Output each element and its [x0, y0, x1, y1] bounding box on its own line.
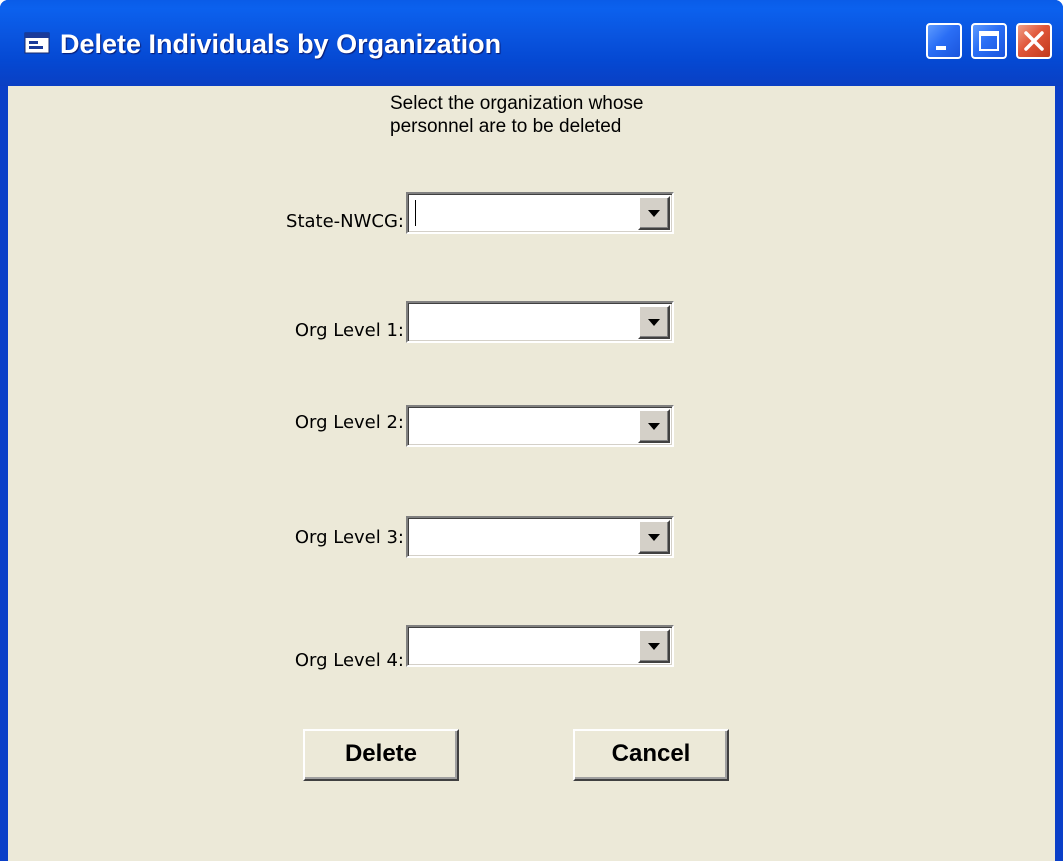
org-level-3-combobox[interactable] [406, 516, 674, 558]
chevron-down-icon [648, 643, 660, 650]
cancel-button[interactable]: Cancel [573, 729, 729, 781]
window-title: Delete Individuals by Organization [60, 29, 502, 59]
minimize-icon [936, 46, 946, 50]
form-icon [24, 32, 50, 54]
org-level-2-dropdown-button[interactable] [638, 409, 670, 443]
org-level-3-label: Org Level 3: [294, 527, 404, 548]
org-level-1-label: Org Level 1: [294, 320, 404, 341]
delete-button[interactable]: Delete [303, 729, 459, 781]
dialog-body: Select the organization whose personnel … [8, 86, 1055, 861]
chevron-down-icon [648, 210, 660, 217]
minimize-button[interactable] [926, 23, 962, 59]
maximize-icon [979, 31, 999, 51]
org-level-1-dropdown-button[interactable] [638, 305, 670, 339]
dialog-window: Delete Individuals by Organization Selec… [0, 0, 1063, 861]
close-icon [1024, 31, 1044, 51]
state-nwcg-combobox[interactable] [406, 192, 674, 234]
org-level-2-combobox[interactable] [406, 405, 674, 447]
close-button[interactable] [1016, 23, 1052, 59]
instruction-text: Select the organization whose personnel … [390, 93, 644, 137]
chevron-down-icon [648, 423, 660, 430]
org-level-4-dropdown-button[interactable] [638, 629, 670, 663]
chevron-down-icon [648, 319, 660, 326]
title-bar[interactable]: Delete Individuals by Organization [0, 0, 1063, 86]
chevron-down-icon [648, 534, 660, 541]
state-nwcg-label: State-NWCG: [286, 211, 404, 232]
org-level-4-combobox[interactable] [406, 625, 674, 667]
state-nwcg-dropdown-button[interactable] [638, 196, 670, 230]
org-level-1-combobox[interactable] [406, 301, 674, 343]
text-caret [415, 200, 416, 226]
maximize-button[interactable] [971, 23, 1007, 59]
org-level-3-dropdown-button[interactable] [638, 520, 670, 554]
org-level-2-label: Org Level 2: [294, 412, 404, 433]
org-level-4-label: Org Level 4: [294, 650, 404, 671]
